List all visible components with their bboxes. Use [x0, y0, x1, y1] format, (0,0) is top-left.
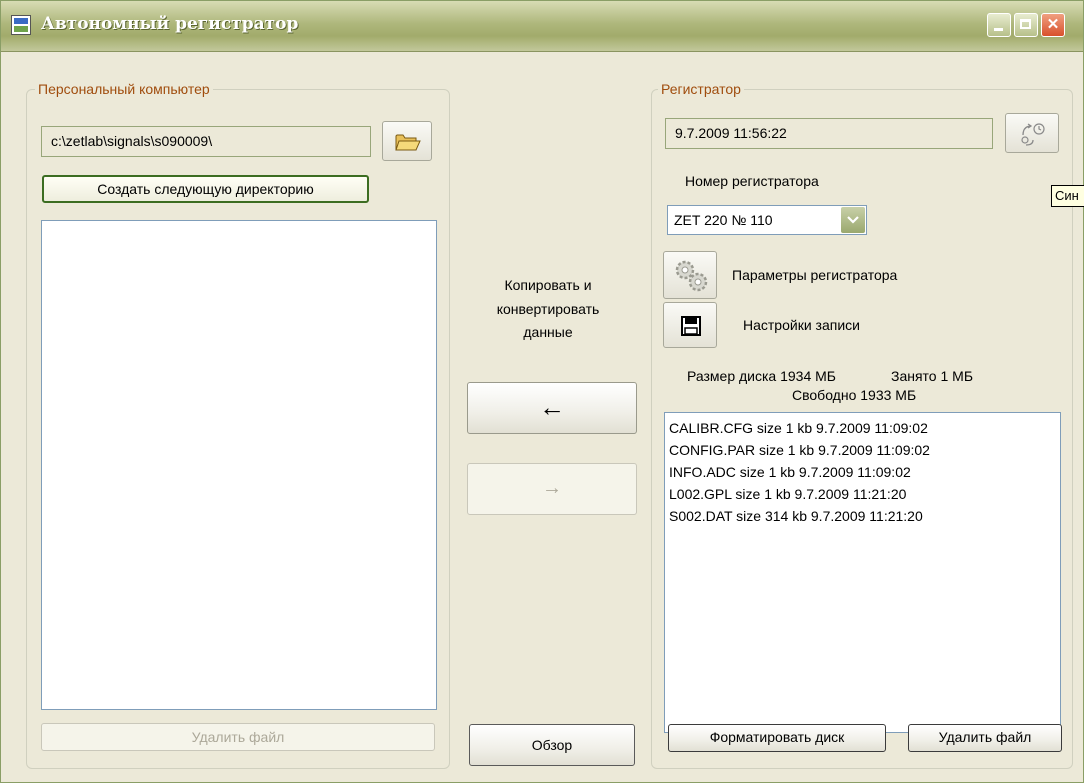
pc-file-list[interactable] — [41, 220, 437, 710]
floppy-disk-icon — [681, 316, 701, 336]
copy-convert-line1: Копировать и — [504, 277, 592, 293]
file-list-item[interactable]: CONFIG.PAR size 1 kb 9.7.2009 11:09:02 — [665, 439, 1060, 461]
title-bar[interactable]: Автономный регистратор — [1, 1, 1083, 52]
close-button[interactable] — [1041, 13, 1065, 37]
format-disk-button[interactable]: Форматировать диск — [668, 724, 886, 752]
browse-folder-button[interactable] — [382, 121, 432, 161]
file-list-item[interactable]: L002.GPL size 1 kb 9.7.2009 11:21:20 — [665, 483, 1060, 505]
tooltip: Син — [1051, 185, 1084, 207]
pc-path-field[interactable]: c:\zetlab\signals\s090009\ — [41, 126, 371, 157]
pc-delete-file-button[interactable]: Удалить файл — [41, 723, 435, 751]
minimize-button[interactable] — [987, 13, 1011, 37]
file-list-item[interactable]: CALIBR.CFG size 1 kb 9.7.2009 11:09:02 — [665, 417, 1060, 439]
copy-convert-line2: конвертировать — [496, 301, 600, 317]
disk-size-label: Размер диска 1934 МБ — [687, 368, 836, 384]
app-icon — [11, 15, 31, 35]
disk-free-label: Свободно 1933 МБ — [792, 387, 917, 403]
file-list-item[interactable]: S002.DAT size 314 kb 9.7.2009 11:21:20 — [665, 505, 1060, 527]
file-list-item[interactable]: INFO.ADC size 1 kb 9.7.2009 11:09:02 — [665, 461, 1060, 483]
record-settings-button[interactable] — [663, 302, 717, 348]
folder-open-icon — [395, 134, 421, 151]
window-title: Автономный регистратор — [41, 14, 299, 34]
recorder-delete-file-button[interactable]: Удалить файл — [908, 724, 1062, 752]
sync-time-button[interactable] — [1005, 113, 1059, 153]
pc-group-label: Персональный компьютер — [35, 80, 213, 98]
recorder-parameters-button[interactable] — [663, 251, 717, 299]
disk-used-label: Занято 1 МБ — [891, 368, 974, 384]
recorder-number-selected: ZET 220 № 110 — [674, 212, 773, 228]
maximize-button[interactable] — [1014, 13, 1038, 37]
recorder-number-select[interactable]: ZET 220 № 110 — [667, 205, 867, 235]
chevron-down-icon[interactable] — [841, 207, 865, 233]
recorder-datetime-field: 9.7.2009 11:56:22 — [665, 118, 993, 149]
recorder-file-list[interactable]: CALIBR.CFG size 1 kb 9.7.2009 11:09:02 C… — [664, 412, 1061, 733]
record-settings-label: Настройки записи — [743, 317, 860, 333]
recorder-number-label: Номер регистратора — [685, 173, 819, 189]
copy-to-pc-button[interactable]: ← — [467, 382, 637, 434]
copy-to-recorder-button[interactable]: → — [467, 463, 637, 515]
recorder-group-label: Регистратор — [658, 80, 744, 98]
overview-button[interactable]: Обзор — [469, 724, 635, 766]
recorder-parameters-label: Параметры регистратора — [732, 267, 898, 283]
copy-convert-line3: данные — [523, 324, 573, 340]
create-next-directory-button[interactable]: Создать следующую директорию — [42, 175, 369, 203]
sync-clock-icon — [1021, 123, 1045, 146]
main-window: Автономный регистратор Персональный комп… — [0, 0, 1084, 783]
gears-icon — [675, 260, 708, 292]
